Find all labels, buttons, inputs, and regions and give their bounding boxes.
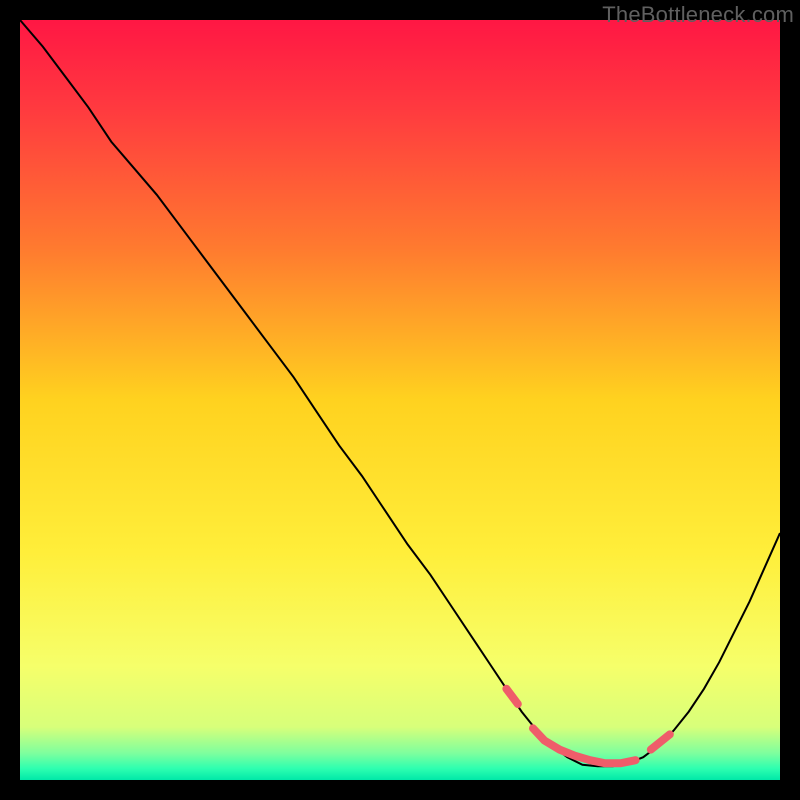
bottleneck-chart: [20, 20, 780, 780]
chart-background: [20, 20, 780, 780]
watermark-text: TheBottleneck.com: [602, 2, 794, 28]
